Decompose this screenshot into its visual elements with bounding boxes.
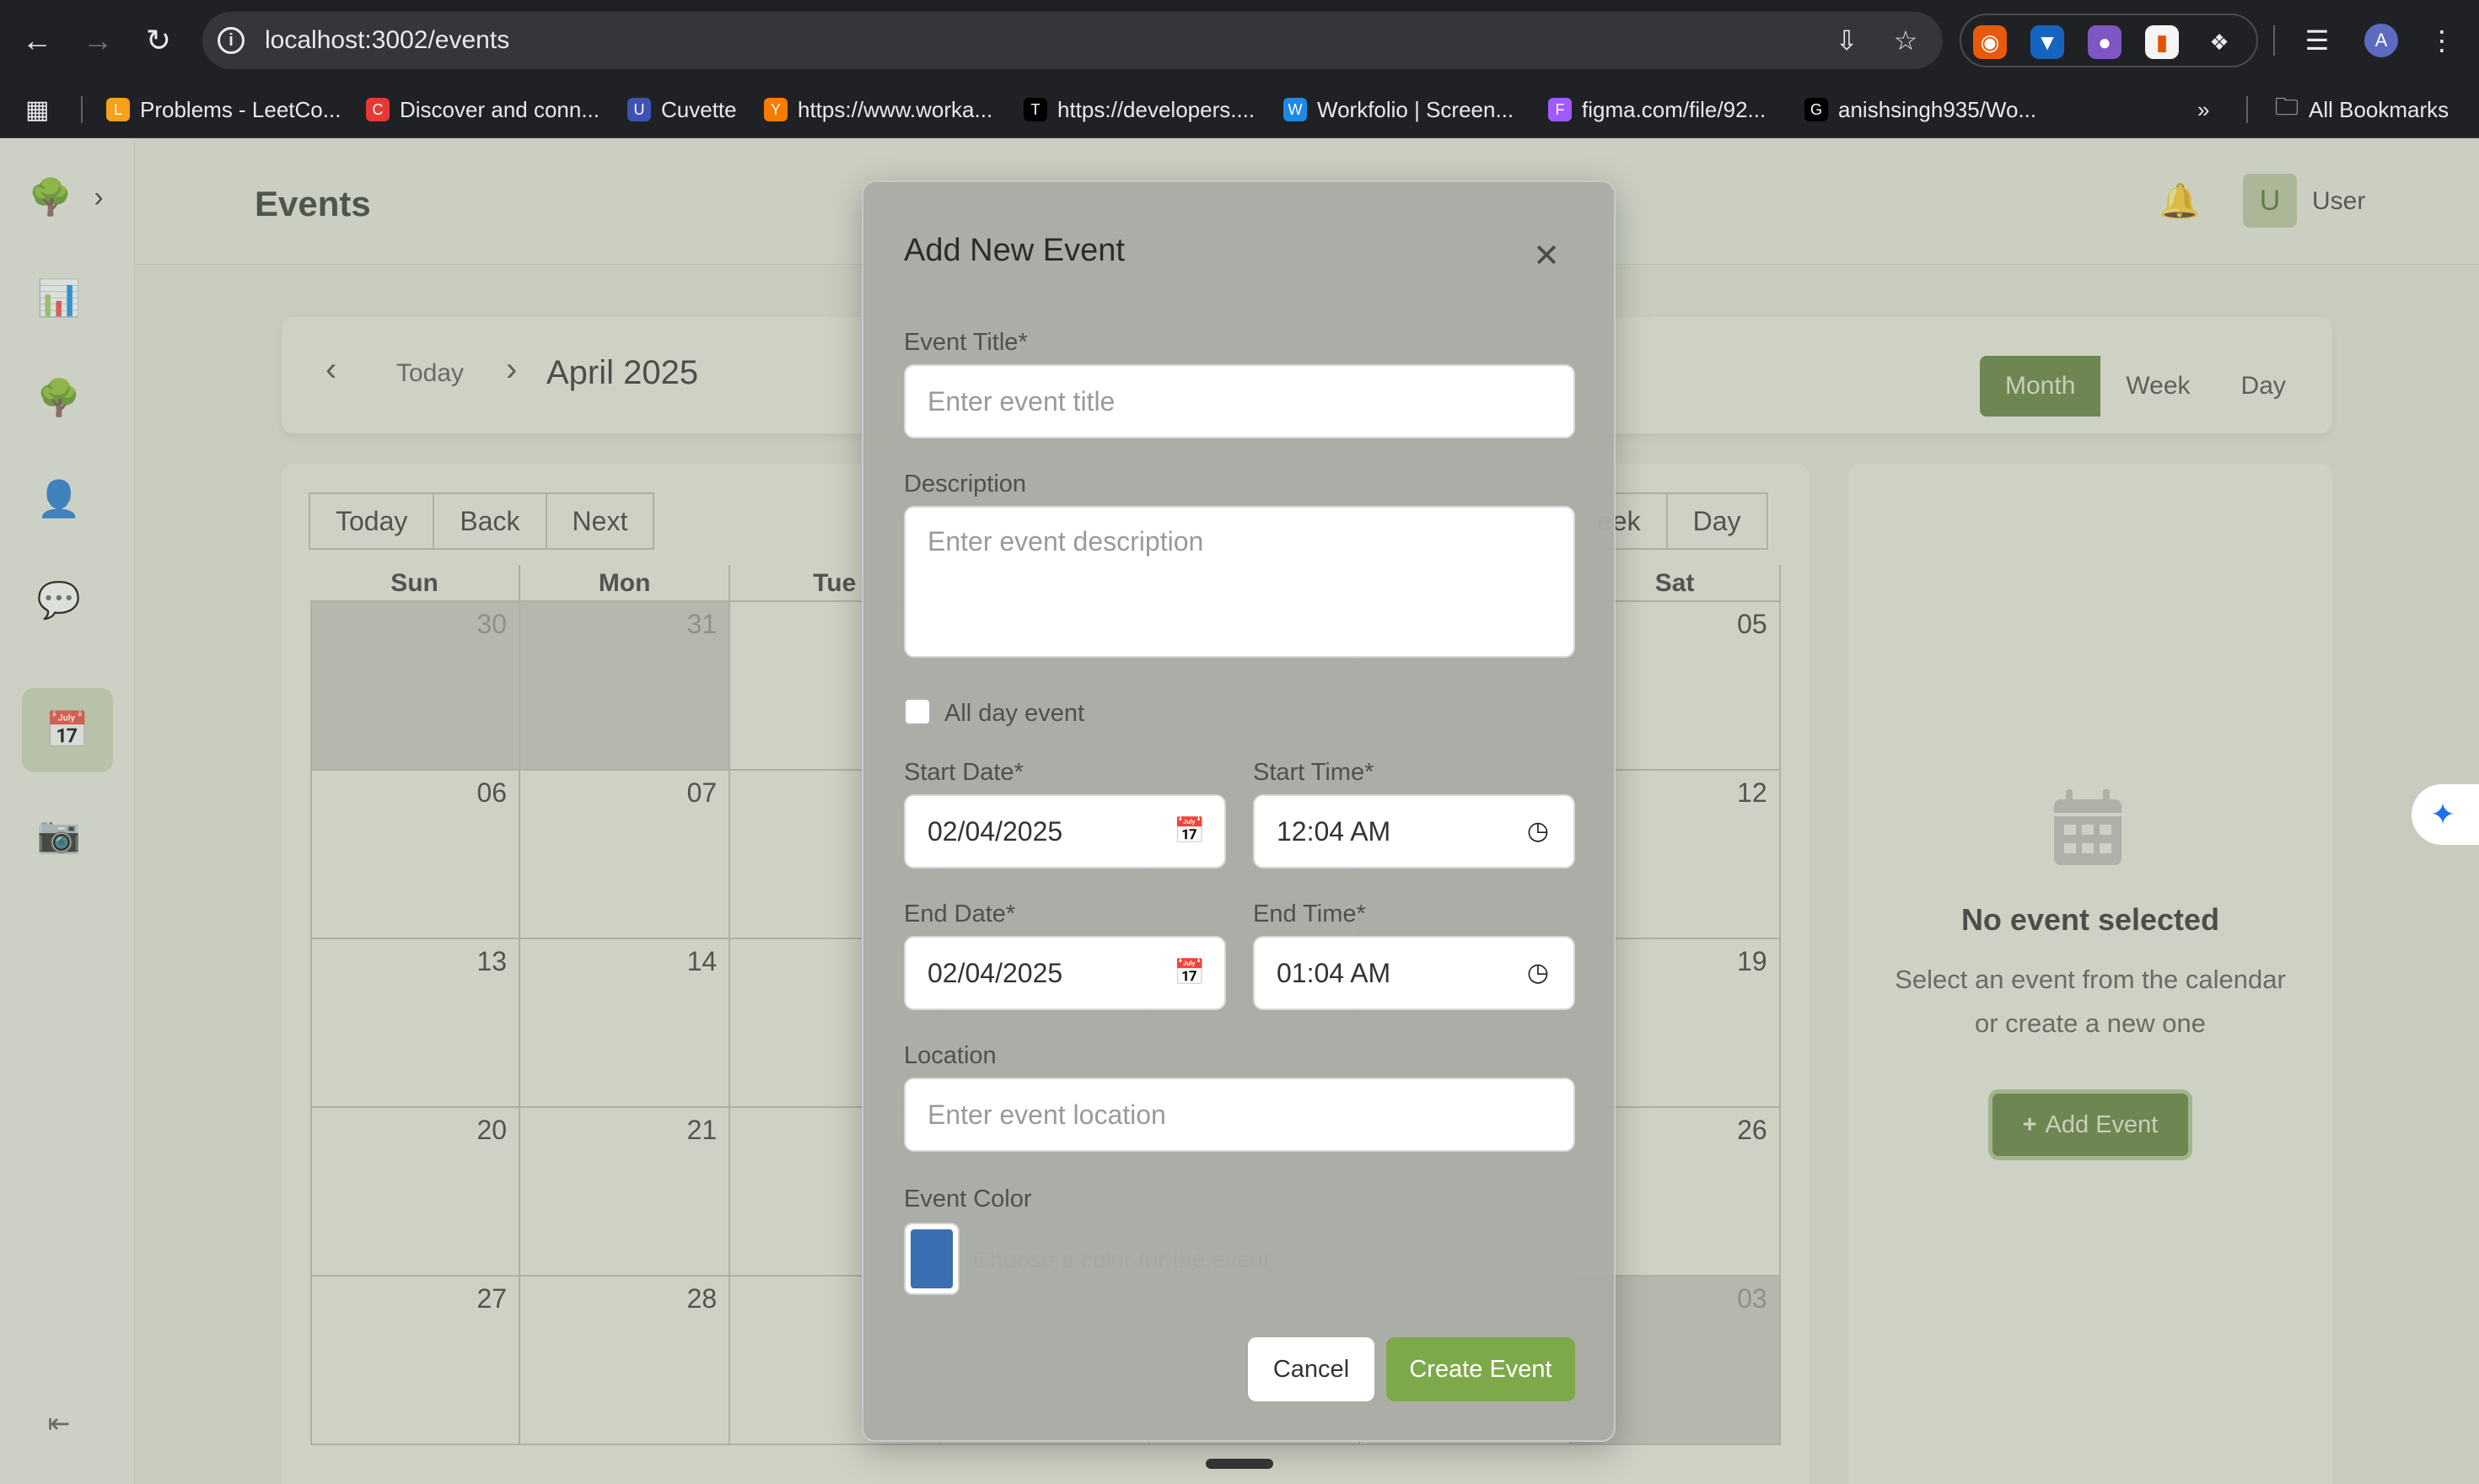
install-app-icon[interactable]: ⇩ — [1830, 24, 1863, 57]
description-textarea[interactable] — [904, 506, 1575, 658]
extensions-group: ◉ ▼ ● ▮ ❖ — [1960, 13, 2258, 67]
menu-dots-icon[interactable]: ⋮ — [2425, 24, 2459, 57]
back-arrow-icon[interactable]: ← — [17, 20, 57, 61]
end-time-value: 01:04 AM — [1277, 958, 1391, 988]
bookmark-label: https://developers.... — [1057, 96, 1256, 122]
bookmarks-bar: ▦ L Problems - LeetCo... C Discover and con… — [0, 81, 2479, 138]
bookmark-item[interactable]: W Workfolio | Screen... — [1283, 93, 1514, 126]
bookmark-item[interactable]: Ffigma.com/file/92... — [1548, 93, 1766, 126]
end-date-input[interactable]: 02/04/2025 📅 — [904, 936, 1226, 1010]
start-date-label: Start Date* — [904, 759, 1024, 786]
bookmark-label: https://www.worka... — [798, 96, 993, 122]
cancel-button[interactable]: Cancel — [1248, 1337, 1374, 1401]
media-queue-icon[interactable]: ☰ — [2300, 24, 2334, 57]
bookmark-item[interactable]: Yhttps://www.worka... — [764, 93, 992, 126]
ghost-extension-icon[interactable]: ● — [2088, 25, 2121, 59]
shield-extension-icon[interactable]: ▼ — [2030, 25, 2064, 59]
end-date-label: End Date* — [904, 901, 1016, 928]
app-root: 🌳 › 📊 🌳 👤 💬 📅 📷 ⇤ Events 🔔 U User ‹ Toda… — [0, 138, 2479, 1484]
start-date-input[interactable]: 02/04/2025 📅 — [904, 794, 1226, 868]
bookmark-favicon-icon: C — [366, 98, 390, 121]
bookmark-label: anishsingh935/Wo... — [1838, 96, 2037, 122]
reload-icon[interactable]: ↻ — [138, 20, 179, 61]
url-text[interactable]: localhost:3002/events — [265, 26, 509, 55]
bookmark-label: Cuvette — [661, 96, 737, 122]
clock-icon[interactable]: ◷ — [1523, 816, 1553, 847]
color-fill — [911, 1229, 953, 1288]
close-icon[interactable]: ✕ — [1530, 239, 1563, 273]
address-bar[interactable]: i localhost:3002/events ⇩ ☆ — [202, 12, 1943, 69]
more-bookmarks-icon[interactable]: » — [2197, 93, 2209, 126]
apps-grid-icon[interactable]: ▦ — [25, 93, 49, 126]
start-time-label: Start Time* — [1253, 759, 1374, 786]
bookmarks-divider — [81, 96, 83, 123]
bookmark-star-icon[interactable]: ☆ — [1889, 24, 1922, 57]
bookmark-favicon-icon: U — [627, 98, 651, 121]
bookmark-item[interactable]: U Cuvette — [627, 93, 737, 126]
bookmark-label: Problems - LeetCo... — [140, 96, 341, 122]
color-hint: Choose a color for the event — [973, 1246, 1270, 1272]
calendar-picker-icon[interactable]: 📅 — [1174, 958, 1205, 988]
description-label: Description — [904, 470, 1027, 497]
bookmarks-divider — [2246, 96, 2248, 123]
browser-toolbar: ← → ↻ i localhost:3002/events ⇩ ☆ ◉ ▼ ● … — [0, 0, 2479, 81]
add-event-modal: Add New Event ✕ Event Title* Description… — [862, 180, 1616, 1442]
puzzle-extensions-icon[interactable]: ❖ — [2202, 25, 2236, 59]
resize-handle[interactable] — [1206, 1459, 1273, 1469]
end-time-input[interactable]: 01:04 AM ◷ — [1253, 936, 1575, 1010]
end-date-value: 02/04/2025 — [928, 958, 1063, 988]
bookmark-item[interactable]: L Problems - LeetCo... — [106, 93, 341, 126]
bookmark-label: Workfolio | Screen... — [1317, 96, 1514, 122]
all-bookmarks-label: All Bookmarks — [2309, 96, 2449, 122]
all-day-checkbox[interactable] — [904, 698, 931, 725]
calendar-picker-icon[interactable]: 📅 — [1174, 816, 1205, 847]
start-time-input[interactable]: 12:04 AM ◷ — [1253, 794, 1575, 868]
bookmark-favicon-icon: G — [1804, 98, 1828, 121]
event-color-label: Event Color — [904, 1186, 1032, 1212]
start-time-value: 12:04 AM — [1277, 816, 1391, 847]
location-label: Location — [904, 1042, 997, 1069]
event-title-input[interactable] — [904, 364, 1575, 438]
start-date-value: 02/04/2025 — [928, 816, 1063, 847]
create-event-button[interactable]: Create Event — [1386, 1337, 1575, 1401]
profile-avatar[interactable]: A — [2364, 24, 2398, 57]
bookmark-favicon-icon: T — [1024, 98, 1047, 121]
folder-icon: 🗀 — [2275, 94, 2299, 120]
bookmark-item[interactable]: Ganishsingh935/Wo... — [1804, 93, 2036, 126]
fox-extension-icon[interactable]: ◉ — [1973, 25, 2007, 59]
bookmark-item[interactable]: Thttps://developers.... — [1024, 93, 1255, 126]
bookmark-favicon-icon: Y — [764, 98, 788, 121]
forward-arrow-icon[interactable]: → — [78, 20, 118, 61]
bookmark-item[interactable]: C Discover and conn... — [366, 93, 600, 126]
all-day-label[interactable]: All day event — [944, 700, 1084, 728]
site-info-icon[interactable]: i — [218, 27, 245, 54]
capsule-extension-icon[interactable]: ▮ — [2145, 25, 2179, 59]
clock-icon[interactable]: ◷ — [1523, 958, 1553, 988]
end-time-label: End Time* — [1253, 901, 1366, 928]
bookmark-favicon-icon: F — [1548, 98, 1572, 121]
bookmark-label: figma.com/file/92... — [1582, 96, 1766, 122]
location-input[interactable] — [904, 1078, 1575, 1152]
bookmark-favicon-icon: L — [106, 98, 130, 121]
all-bookmarks-folder[interactable]: 🗀 All Bookmarks — [2275, 93, 2449, 126]
event-title-label: Event Title* — [904, 329, 1028, 356]
bookmark-favicon-icon: W — [1283, 98, 1307, 121]
event-color-picker[interactable] — [904, 1223, 960, 1295]
assistant-sparkle-icon[interactable]: ✦ — [2412, 784, 2479, 845]
modal-title: Add New Event — [904, 233, 1125, 268]
toolbar-divider — [2273, 25, 2275, 56]
bookmark-label: Discover and conn... — [400, 96, 600, 122]
